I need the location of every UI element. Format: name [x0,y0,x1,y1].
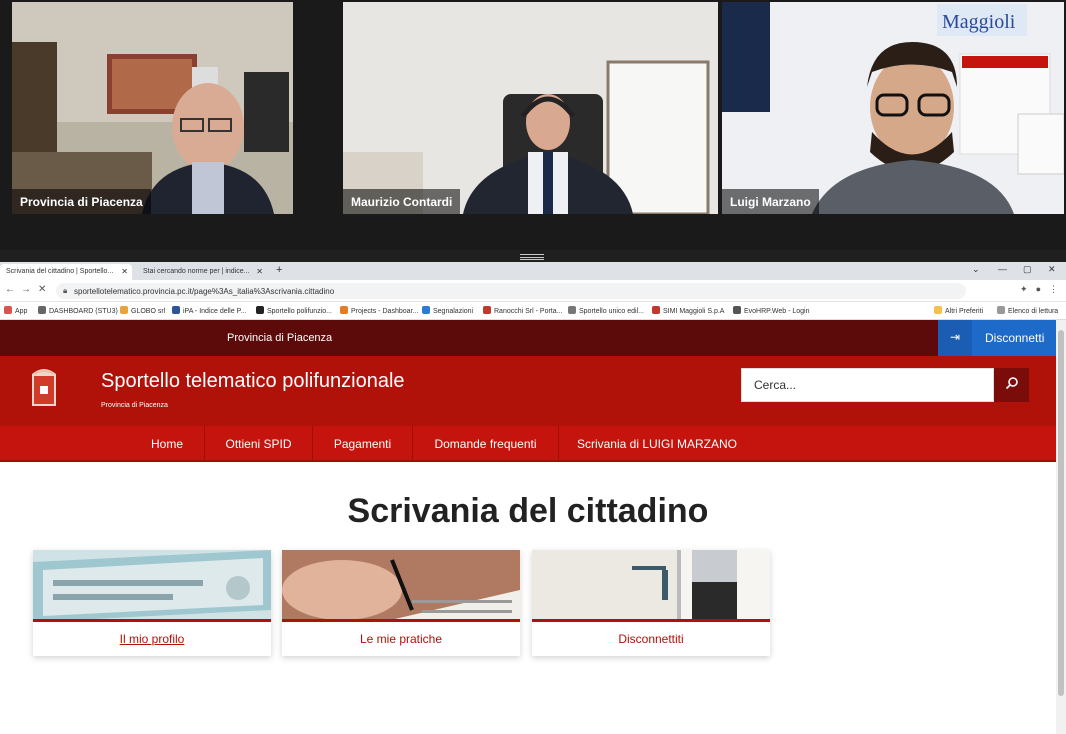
address-bar-row: ← → ✕ 🔒︎ sportellotelematico.provincia.p… [0,280,1066,302]
tab-bar: Scrivania del cittadino | Sportello... ✕… [0,262,1066,280]
extensions-icon[interactable]: ✦ [1020,284,1028,295]
search-icon [1005,377,1018,390]
tab-scrivania[interactable]: Scrivania del cittadino | Sportello... ✕ [0,264,132,280]
browser-toolbar: ✦ ● ⋮ [1020,284,1058,295]
search-input[interactable]: Cerca... [741,368,994,402]
stop-loading-icon[interactable]: ✕ [38,284,46,295]
bookmark-item[interactable]: App [4,306,27,315]
bookmark-item[interactable]: Sportello unico edil... [568,306,644,315]
bookmark-item[interactable]: iPA - Indice delle P... [172,306,246,315]
bookmark-item[interactable]: SIMI Maggioli S.p.A [652,306,724,315]
scrollbar-thumb[interactable] [1058,330,1064,696]
card-image-signing [282,550,520,622]
tab-label: Scrivania del cittadino | Sportello... [6,268,114,275]
page-title: Scrivania del cittadino [347,492,709,530]
bookmark-item[interactable]: EvoHRP.Web - Login [733,306,810,315]
participant-name-3: Luigi Marzano [722,189,819,214]
tab-norme[interactable]: Stai cercando norme per | indice... ✕ [137,264,267,280]
nav-spid[interactable]: Ottieni SPID [205,426,312,462]
bookmark-item[interactable]: Sportello polifunzio... [256,306,332,315]
card-image-id-card [33,550,271,622]
card-label[interactable]: Le mie pratiche [282,632,520,646]
web-page: Provincia di Piacenza ⇥ Disconnetti Spor… [0,320,1056,734]
video-meeting-panel: Provincia di Piacenza Maurizio Contardi … [0,0,1066,250]
lock-icon[interactable]: 🔒︎ [63,286,67,296]
tab-search-icon[interactable]: ⌄ [972,264,980,275]
close-window-icon[interactable]: ✕ [1048,264,1056,275]
reading-list[interactable]: Elenco di lettura [997,306,1058,315]
page-scrollbar[interactable] [1056,320,1066,734]
logout-button[interactable]: ⇥ Disconnetti [938,320,1056,356]
site-title[interactable]: Sportello telematico polifunzionale [101,370,405,393]
logout-icon: ⇥ [938,320,972,356]
bookmarks-bar: App DASHBOARD (STU3) GLOBO srl iPA - Ind… [0,302,1066,320]
card-image-door [532,550,770,622]
nav-faq[interactable]: Domande frequenti [413,426,558,462]
participant-name-2: Maurizio Contardi [343,189,461,214]
bookmark-item[interactable]: DASHBOARD (STU3) [38,306,118,315]
nav-scrivania[interactable]: Scrivania di LUIGI MARZANO [559,426,755,462]
card-label[interactable]: Disconnettiti [532,632,770,646]
card-disconnettiti[interactable]: Disconnettiti [532,550,770,656]
url-text: sportellotelematico.provincia.pc.it/page… [74,287,335,296]
crest-logo-icon[interactable] [28,364,60,412]
new-tab-button[interactable]: + [276,264,282,276]
site-header: Sportello telematico polifunzionale Prov… [0,356,1056,426]
top-strip: Provincia di Piacenza ⇥ Disconnetti [0,320,1056,356]
bookmark-item[interactable]: Ranocchi Srl - Porta... [483,306,562,315]
logout-label: Disconnetti [985,331,1045,345]
participant-tile-1[interactable]: Provincia di Piacenza [12,2,293,214]
nav-home[interactable]: Home [130,426,204,462]
bookmark-item[interactable]: Segnalazioni [422,306,473,315]
back-icon[interactable]: ← [5,284,15,295]
url-field[interactable]: 🔒︎ sportellotelematico.provincia.pc.it/p… [56,283,966,299]
profile-icon[interactable]: ● [1036,284,1041,295]
close-tab-icon[interactable]: ✕ [121,267,128,276]
site-subtitle: Provincia di Piacenza [101,402,168,409]
card-pratiche[interactable]: Le mie pratiche [282,550,520,656]
participant-name-1: Provincia di Piacenza [12,189,151,214]
participant-video-3: Maggioli [722,2,1064,214]
participant-tile-3[interactable]: Maggioli Luigi Marzano [722,2,1064,214]
browser-window: Scrivania del cittadino | Sportello... ✕… [0,262,1066,734]
participant-video-2 [343,2,718,214]
card-label[interactable]: Il mio profilo [33,632,271,646]
menu-icon[interactable]: ⋮ [1049,284,1058,295]
maximize-icon[interactable]: ▢ [1023,264,1032,275]
bookmark-item[interactable]: Projects - Dashboar... [340,306,418,315]
drag-handle-icon[interactable] [520,254,544,260]
main-nav: Home Ottieni SPID Pagamenti Domande freq… [0,426,1056,462]
card-profilo[interactable]: Il mio profilo [33,550,271,656]
tab-label: Stai cercando norme per | indice... [143,268,250,275]
nav-pagamenti[interactable]: Pagamenti [313,426,412,462]
minimize-icon[interactable]: — [998,264,1007,274]
forward-icon[interactable]: → [21,284,31,295]
top-strip-label: Provincia di Piacenza [227,332,333,344]
bookmark-folder-other[interactable]: Altri Preferiti [934,306,983,315]
search-button[interactable] [994,368,1029,402]
close-tab-icon[interactable]: ✕ [256,267,263,276]
participant-video-1 [12,2,293,214]
participant-tile-2[interactable]: Maurizio Contardi [343,2,718,214]
bookmark-item[interactable]: GLOBO srl [120,306,165,315]
poster-text: Maggioli [942,11,1016,33]
